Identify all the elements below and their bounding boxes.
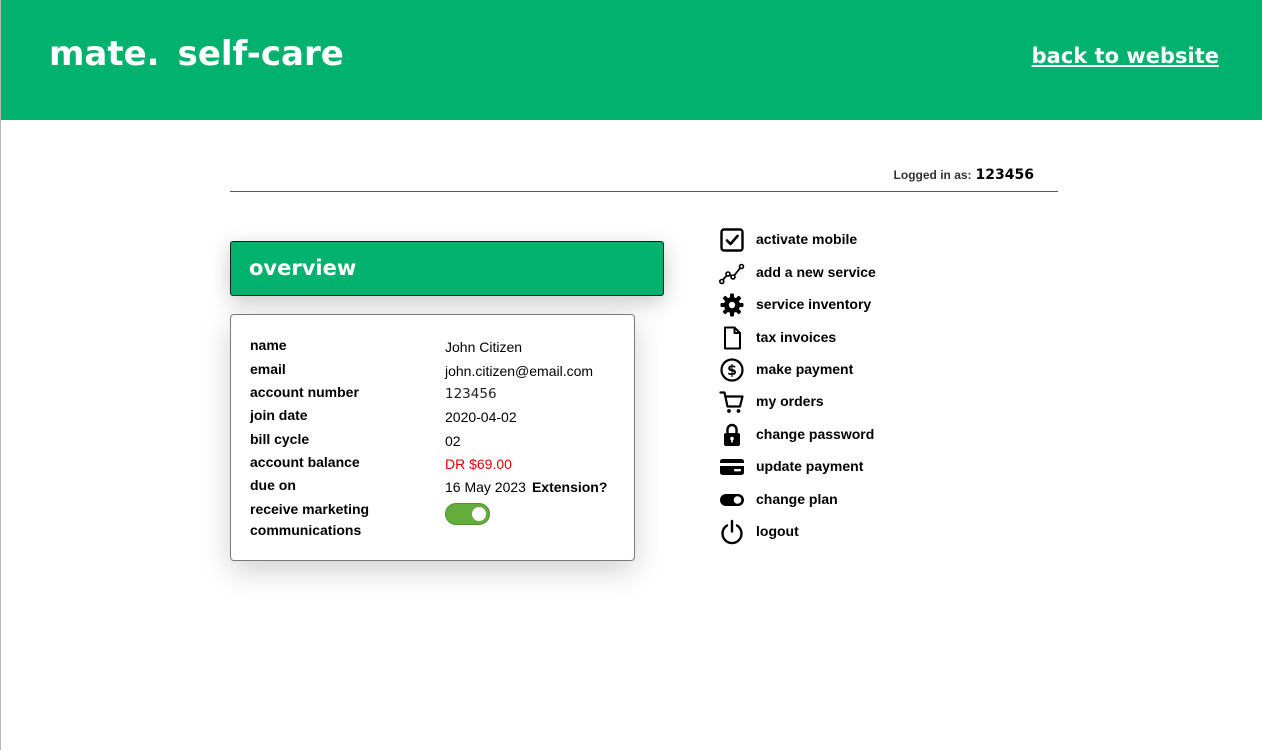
marketing-toggle[interactable] <box>445 503 490 525</box>
menu-item-label: my orders <box>756 393 824 409</box>
detail-label: receive marketing communications <box>250 501 370 538</box>
credit-card-icon <box>719 454 745 480</box>
overview-banner: overview <box>230 241 664 296</box>
detail-label: name <box>250 337 287 353</box>
menu-item-label: activate mobile <box>756 231 858 247</box>
checkbox-icon <box>719 227 745 253</box>
menu-item-activate-mobile[interactable]: activate mobile <box>719 227 979 253</box>
site-header: mate. self-care back to website <box>1 0 1262 120</box>
logged-in-label: Logged in as: <box>893 168 972 182</box>
menu-item-add-service[interactable]: add a new service <box>719 260 979 286</box>
svg-text:$: $ <box>727 363 737 379</box>
menu-item-logout[interactable]: logout <box>719 519 979 545</box>
detail-value: 16 May 2023 Extension? <box>445 477 607 497</box>
cart-icon <box>719 389 745 415</box>
logged-in-value: 123456 <box>975 167 1034 183</box>
overview-title: overview <box>249 256 357 280</box>
detail-value: john.citizen@email.com <box>445 363 594 379</box>
document-icon <box>719 325 745 351</box>
menu-item-service-inventory[interactable]: service inventory <box>719 292 979 318</box>
logged-in-bar: Logged in as: 123456 <box>230 166 1058 192</box>
lock-icon <box>719 422 745 448</box>
menu-item-tax-invoices[interactable]: tax invoices <box>719 325 979 351</box>
menu-item-change-plan[interactable]: change plan <box>719 487 979 513</box>
menu-item-my-orders[interactable]: my orders <box>719 389 979 415</box>
detail-label: due on <box>250 477 296 493</box>
brand-logo[interactable]: mate. self-care <box>49 34 344 74</box>
menu-item-label: change password <box>756 426 875 442</box>
power-icon <box>719 519 745 545</box>
detail-label: email <box>250 361 286 377</box>
due-date-value: 16 May 2023 <box>445 479 526 495</box>
menu-item-make-payment[interactable]: $ make payment <box>719 357 979 383</box>
gear-icon <box>719 292 745 318</box>
brand-primary: mate. <box>49 34 160 74</box>
detail-value: 2020-04-02 <box>445 409 517 425</box>
toggle-knob <box>472 507 486 521</box>
toggle-icon <box>719 487 745 513</box>
menu-item-label: make payment <box>756 361 854 377</box>
detail-label: account number <box>250 384 359 400</box>
detail-value: John Citizen <box>445 339 523 355</box>
brand-secondary: self-care <box>177 34 344 74</box>
trend-line-icon <box>719 260 745 286</box>
menu-item-label: change plan <box>756 491 838 507</box>
account-details-card: name John Citizen email john.citizen@ema… <box>230 314 635 561</box>
account-balance-value: DR $69.00 <box>445 456 512 472</box>
detail-value: 02 <box>445 433 461 449</box>
detail-label: account balance <box>250 454 360 470</box>
detail-value: 123456 <box>445 386 497 402</box>
detail-label: bill cycle <box>250 431 310 447</box>
menu-item-label: service inventory <box>756 296 872 312</box>
menu-item-label: tax invoices <box>756 329 837 345</box>
menu-item-label: logout <box>756 523 799 539</box>
menu-item-update-payment[interactable]: update payment <box>719 454 979 480</box>
menu-item-change-password[interactable]: change password <box>719 422 979 448</box>
menu-item-label: update payment <box>756 458 864 474</box>
menu-item-label: add a new service <box>756 264 876 280</box>
back-to-website-link[interactable]: back to website <box>1032 44 1219 68</box>
dollar-circle-icon: $ <box>719 357 745 383</box>
extension-link[interactable]: Extension? <box>532 479 607 495</box>
detail-label: join date <box>250 407 308 423</box>
